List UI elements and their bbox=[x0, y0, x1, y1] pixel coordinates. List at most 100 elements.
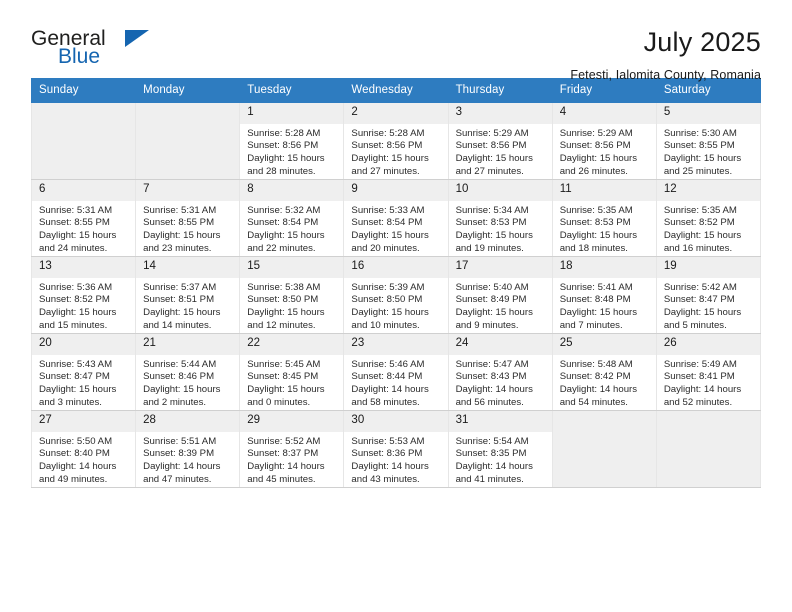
sunrise-time: Sunrise: 5:46 AM bbox=[351, 358, 425, 370]
day-details: Sunrise: 5:36 AM Sunset: 8:52 PM Daylight:… bbox=[32, 278, 135, 332]
sunset-time: Sunset: 8:44 PM bbox=[351, 371, 423, 383]
cell-inner: 11 Sunrise: 5:35 AM Sunset: 8:53 PM Dayligh… bbox=[552, 180, 656, 256]
daylight-duration-line1: Daylight: 14 hours bbox=[455, 383, 533, 395]
sunrise-time: Sunrise: 5:29 AM bbox=[559, 127, 633, 139]
calendar-day-cell[interactable]: 26 Sunrise: 5:49 AM Sunset: 8:41 PM Dayligh… bbox=[655, 333, 762, 411]
calendar-day-cell[interactable]: 10 Sunrise: 5:34 AM Sunset: 8:53 PM Dayligh… bbox=[447, 179, 553, 257]
day-details: Sunrise: 5:29 AM Sunset: 8:56 PM Daylight:… bbox=[553, 124, 656, 178]
general-blue-logo[interactable]: General Blue bbox=[31, 28, 171, 74]
calendar-day-cell[interactable]: 30 Sunrise: 5:53 AM Sunset: 8:36 PM Dayligh… bbox=[343, 410, 449, 488]
day-details: Sunrise: 5:34 AM Sunset: 8:53 PM Daylight:… bbox=[449, 201, 552, 255]
calendar-day-cell[interactable]: 28 Sunrise: 5:51 AM Sunset: 8:39 PM Dayligh… bbox=[135, 410, 241, 488]
calendar-day-cell[interactable]: 12 Sunrise: 5:35 AM Sunset: 8:52 PM Dayligh… bbox=[655, 179, 762, 257]
sunset-time: Sunset: 8:42 PM bbox=[559, 371, 631, 383]
calendar-day-cell[interactable]: 17 Sunrise: 5:40 AM Sunset: 8:49 PM Dayligh… bbox=[447, 256, 553, 334]
calendar-page: General Blue July 2025 Fetesti, Ialomita… bbox=[0, 0, 792, 612]
cell-inner: 23 Sunrise: 5:46 AM Sunset: 8:44 PM Dayligh… bbox=[344, 334, 448, 410]
day-details: Sunrise: 5:50 AM Sunset: 8:40 PM Daylight:… bbox=[32, 432, 135, 486]
calendar-day-cell[interactable]: 5 Sunrise: 5:30 AM Sunset: 8:55 PM Daylight… bbox=[655, 102, 762, 180]
daylight-duration-line2: and 20 minutes. bbox=[351, 242, 420, 254]
cell-inner: 2 Sunrise: 5:28 AM Sunset: 8:56 PM Daylight… bbox=[344, 103, 448, 179]
sunrise-time: Sunrise: 5:31 AM bbox=[39, 204, 113, 216]
calendar-day-cell[interactable]: 27 Sunrise: 5:50 AM Sunset: 8:40 PM Dayligh… bbox=[30, 410, 137, 488]
weekday-header-friday: Friday bbox=[551, 78, 657, 103]
daylight-duration-line2: and 27 minutes. bbox=[351, 165, 420, 177]
daylight-duration-line1: Daylight: 15 hours bbox=[247, 306, 325, 318]
daylight-duration-line1: Daylight: 15 hours bbox=[143, 383, 221, 395]
cell-inner: 25 Sunrise: 5:48 AM Sunset: 8:42 PM Dayligh… bbox=[552, 334, 656, 410]
calendar-day-cell[interactable]: 4 Sunrise: 5:29 AM Sunset: 8:56 PM Daylight… bbox=[551, 102, 657, 180]
sunrise-time: Sunrise: 5:51 AM bbox=[143, 435, 217, 447]
calendar-day-cell[interactable]: 8 Sunrise: 5:32 AM Sunset: 8:54 PM Daylight… bbox=[239, 179, 345, 257]
day-number: 2 bbox=[344, 103, 448, 124]
daylight-duration-line2: and 41 minutes. bbox=[455, 473, 524, 485]
calendar-day-cell[interactable]: 25 Sunrise: 5:48 AM Sunset: 8:42 PM Dayligh… bbox=[551, 333, 657, 411]
daylight-duration-line1: Daylight: 14 hours bbox=[351, 460, 429, 472]
weekday-header-sunday: Sunday bbox=[30, 78, 137, 103]
calendar-cell-empty bbox=[135, 102, 241, 180]
sunrise-time: Sunrise: 5:35 AM bbox=[559, 204, 633, 216]
sunrise-time: Sunrise: 5:52 AM bbox=[247, 435, 321, 447]
calendar-header-row: Sunday Monday Tuesday Wednesday Thursday Frid… bbox=[30, 78, 762, 103]
cell-inner: 4 Sunrise: 5:29 AM Sunset: 8:56 PM Daylight… bbox=[552, 103, 656, 179]
sunrise-time: Sunrise: 5:45 AM bbox=[247, 358, 321, 370]
daylight-duration-line2: and 24 minutes. bbox=[39, 242, 108, 254]
calendar-day-cell[interactable]: 1 Sunrise: 5:28 AM Sunset: 8:56 PM Daylight… bbox=[239, 102, 345, 180]
calendar-day-cell[interactable]: 14 Sunrise: 5:37 AM Sunset: 8:51 PM Dayligh… bbox=[135, 256, 241, 334]
daylight-duration-line2: and 16 minutes. bbox=[663, 242, 733, 254]
day-number: 25 bbox=[552, 334, 656, 355]
calendar-body: 1 Sunrise: 5:28 AM Sunset: 8:56 PM Daylight… bbox=[30, 102, 762, 488]
sunset-time: Sunset: 8:41 PM bbox=[663, 371, 735, 383]
calendar-day-cell[interactable]: 3 Sunrise: 5:29 AM Sunset: 8:56 PM Daylight… bbox=[447, 102, 553, 180]
calendar-day-cell[interactable]: 20 Sunrise: 5:43 AM Sunset: 8:47 PM Dayligh… bbox=[30, 333, 137, 411]
weekday-header-monday: Monday bbox=[135, 78, 241, 103]
sunset-time: Sunset: 8:35 PM bbox=[455, 448, 527, 460]
sunset-time: Sunset: 8:55 PM bbox=[39, 217, 110, 229]
sunset-time: Sunset: 8:47 PM bbox=[39, 371, 110, 383]
weekday-header-wednesday: Wednesday bbox=[343, 78, 449, 103]
calendar-day-cell[interactable]: 29 Sunrise: 5:52 AM Sunset: 8:37 PM Dayligh… bbox=[239, 410, 345, 488]
day-number: 20 bbox=[32, 334, 136, 355]
cell-inner bbox=[553, 411, 656, 487]
daylight-duration-line1: Daylight: 15 hours bbox=[247, 229, 325, 241]
day-details: Sunrise: 5:40 AM Sunset: 8:49 PM Daylight:… bbox=[449, 278, 552, 332]
calendar-day-cell[interactable]: 23 Sunrise: 5:46 AM Sunset: 8:44 PM Dayligh… bbox=[343, 333, 449, 411]
sunrise-time: Sunrise: 5:32 AM bbox=[247, 204, 321, 216]
daylight-duration-line1: Daylight: 15 hours bbox=[143, 306, 221, 318]
calendar-day-cell[interactable]: 21 Sunrise: 5:44 AM Sunset: 8:46 PM Dayligh… bbox=[135, 333, 241, 411]
calendar-day-cell[interactable]: 6 Sunrise: 5:31 AM Sunset: 8:55 PM Daylight… bbox=[30, 179, 137, 257]
sunrise-time: Sunrise: 5:53 AM bbox=[351, 435, 425, 447]
triangle-flag-icon bbox=[125, 30, 149, 47]
calendar-day-cell[interactable]: 11 Sunrise: 5:35 AM Sunset: 8:53 PM Dayligh… bbox=[551, 179, 657, 257]
day-number: 17 bbox=[448, 257, 552, 278]
sunrise-time: Sunrise: 5:29 AM bbox=[455, 127, 529, 139]
day-details: Sunrise: 5:38 AM Sunset: 8:50 PM Daylight:… bbox=[240, 278, 343, 332]
calendar-day-cell[interactable]: 19 Sunrise: 5:42 AM Sunset: 8:47 PM Dayligh… bbox=[655, 256, 762, 334]
calendar-day-cell[interactable]: 2 Sunrise: 5:28 AM Sunset: 8:56 PM Daylight… bbox=[343, 102, 449, 180]
daylight-duration-line2: and 23 minutes. bbox=[143, 242, 212, 254]
sunset-time: Sunset: 8:56 PM bbox=[455, 140, 527, 152]
sunrise-time: Sunrise: 5:48 AM bbox=[559, 358, 633, 370]
cell-inner: 20 Sunrise: 5:43 AM Sunset: 8:47 PM Dayligh… bbox=[32, 334, 136, 410]
calendar-cell-empty bbox=[655, 410, 762, 488]
sunrise-time: Sunrise: 5:28 AM bbox=[247, 127, 321, 139]
calendar-day-cell[interactable]: 9 Sunrise: 5:33 AM Sunset: 8:54 PM Daylight… bbox=[343, 179, 449, 257]
day-details: Sunrise: 5:37 AM Sunset: 8:51 PM Daylight:… bbox=[136, 278, 239, 332]
sunset-time: Sunset: 8:48 PM bbox=[559, 294, 631, 306]
daylight-duration-line2: and 19 minutes. bbox=[455, 242, 524, 254]
calendar-day-cell[interactable]: 16 Sunrise: 5:39 AM Sunset: 8:50 PM Dayligh… bbox=[343, 256, 449, 334]
sunrise-time: Sunrise: 5:54 AM bbox=[455, 435, 529, 447]
logo-text-blue: Blue bbox=[58, 45, 101, 68]
calendar-day-cell[interactable]: 24 Sunrise: 5:47 AM Sunset: 8:43 PM Dayligh… bbox=[447, 333, 553, 411]
calendar-day-cell[interactable]: 15 Sunrise: 5:38 AM Sunset: 8:50 PM Dayligh… bbox=[239, 256, 345, 334]
calendar-day-cell[interactable]: 22 Sunrise: 5:45 AM Sunset: 8:45 PM Dayligh… bbox=[239, 333, 345, 411]
daylight-duration-line2: and 18 minutes. bbox=[559, 242, 628, 254]
day-details: Sunrise: 5:51 AM Sunset: 8:39 PM Daylight:… bbox=[136, 432, 239, 486]
calendar-day-cell[interactable]: 7 Sunrise: 5:31 AM Sunset: 8:55 PM Daylight… bbox=[135, 179, 241, 257]
calendar-day-cell[interactable]: 31 Sunrise: 5:54 AM Sunset: 8:35 PM Dayligh… bbox=[447, 410, 553, 488]
daylight-duration-line1: Daylight: 15 hours bbox=[455, 306, 533, 318]
calendar-day-cell[interactable]: 18 Sunrise: 5:41 AM Sunset: 8:48 PM Dayligh… bbox=[551, 256, 657, 334]
daylight-duration-line1: Daylight: 14 hours bbox=[351, 383, 429, 395]
calendar-day-cell[interactable]: 13 Sunrise: 5:36 AM Sunset: 8:52 PM Dayligh… bbox=[30, 256, 137, 334]
day-number: 8 bbox=[240, 180, 344, 201]
